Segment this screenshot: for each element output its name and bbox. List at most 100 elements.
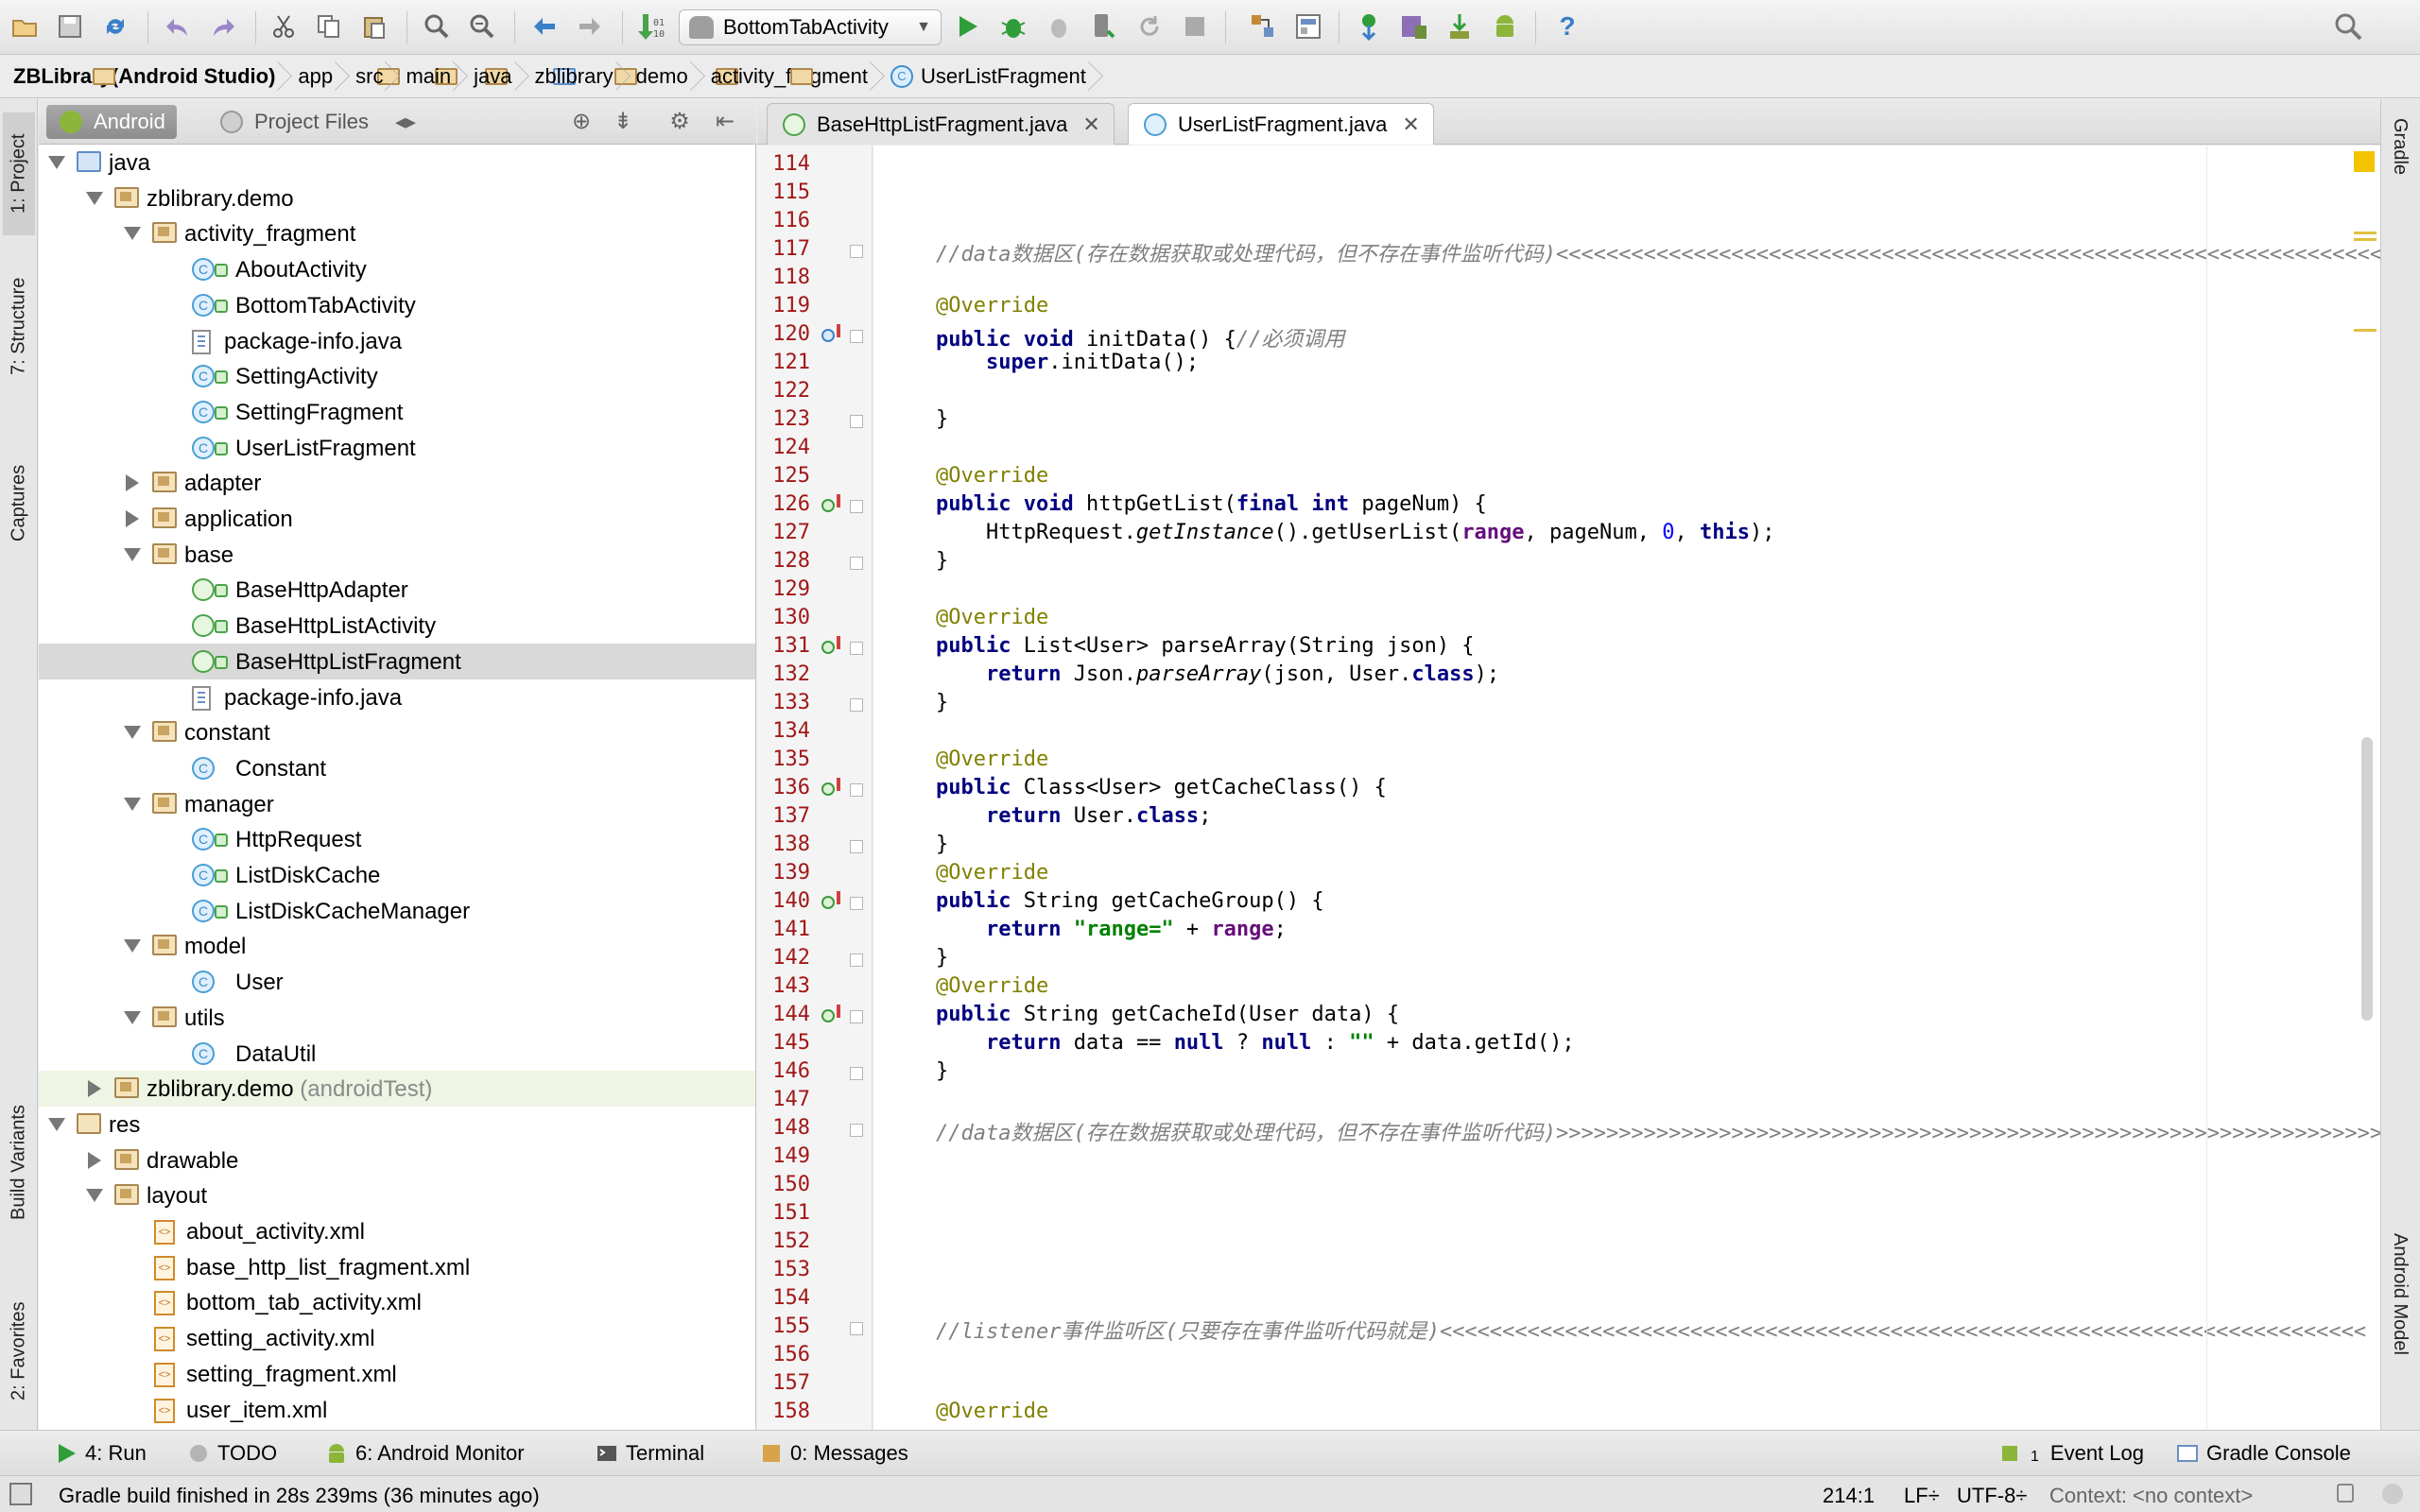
layout-preview-icon[interactable]	[1291, 9, 1325, 43]
code-line[interactable]: @Override	[936, 1400, 1048, 1423]
tool-android-monitor[interactable]: 6: Android Monitor	[321, 1431, 525, 1476]
run-icon[interactable]	[951, 9, 985, 43]
editor-scrollbar[interactable]	[2361, 737, 2373, 1021]
fold-marker-icon[interactable]	[850, 330, 863, 343]
tree-item[interactable]: C HttpRequest	[39, 821, 755, 857]
code-line[interactable]: //listener事件监听区(只要存在事件监听代码就是)<<<<<<<<<<<…	[936, 1314, 2366, 1345]
tree-item[interactable]: <> about_activity.xml	[39, 1213, 755, 1249]
tree-item[interactable]: java	[39, 145, 755, 180]
code-line[interactable]: }	[936, 407, 948, 431]
line-number[interactable]: 143	[757, 974, 810, 998]
code-line[interactable]: }	[936, 691, 948, 714]
line-number[interactable]: 133	[757, 691, 810, 714]
line-number[interactable]: 153	[757, 1258, 810, 1281]
line-number[interactable]: 119	[757, 294, 810, 318]
line-number[interactable]: 124	[757, 436, 810, 459]
expand-arrow-icon[interactable]	[86, 191, 103, 205]
file-encoding[interactable]: UTF-8÷	[1957, 1484, 2027, 1508]
code-line[interactable]: }	[936, 1059, 948, 1083]
line-number[interactable]: 129	[757, 577, 810, 601]
line-number[interactable]: 134	[757, 719, 810, 743]
tree-item[interactable]: BaseHttpListFragment	[39, 643, 755, 679]
line-number[interactable]: 139	[757, 861, 810, 885]
tree-item[interactable]: zblibrary.demo (androidTest)	[39, 1071, 755, 1108]
fold-marker-icon[interactable]	[850, 698, 863, 712]
debug-icon[interactable]	[996, 9, 1030, 43]
tool-event-log[interactable]: 1 Event Log	[1996, 1431, 2144, 1476]
tree-item[interactable]: adapter	[39, 465, 755, 501]
lock-icon[interactable]	[2337, 1484, 2354, 1503]
undo-icon[interactable]	[161, 9, 195, 43]
tree-item[interactable]: BaseHttpAdapter	[39, 572, 755, 608]
line-number[interactable]: 150	[757, 1173, 810, 1196]
collapse-arrow-icon[interactable]	[88, 1080, 101, 1098]
hide-panel-icon[interactable]: ⇤	[708, 105, 742, 139]
implements-method-icon[interactable]	[821, 499, 835, 512]
line-number[interactable]: 118	[757, 266, 810, 289]
expand-arrow-icon[interactable]	[86, 1189, 103, 1203]
tree-item[interactable]: res	[39, 1107, 755, 1143]
collapse-arrow-icon[interactable]	[126, 510, 139, 527]
warning-stripe-mark[interactable]	[2354, 329, 2377, 332]
line-number[interactable]: 126	[757, 492, 810, 516]
line-number[interactable]: 121	[757, 351, 810, 374]
run-configuration-select[interactable]: BottomTabActivity ▼	[679, 9, 942, 45]
tree-item[interactable]: <> user_item.xml	[39, 1392, 755, 1428]
line-number[interactable]: 136	[757, 776, 810, 799]
line-number[interactable]: 146	[757, 1059, 810, 1083]
sync-icon[interactable]	[98, 9, 132, 43]
fold-marker-icon[interactable]	[850, 245, 863, 258]
breadcrumb-item-demo[interactable]: demo	[623, 56, 738, 98]
code-line[interactable]: //data数据区(存在数据获取或处理代码，但不存在事件监听代码)>>>>>>>…	[936, 1116, 2380, 1146]
code-line[interactable]: public String getCacheId(User data) {	[936, 1003, 1399, 1026]
tree-item[interactable]: manager	[39, 786, 755, 822]
line-number[interactable]: 115	[757, 180, 810, 204]
tree-item[interactable]: <> base_http_list_fragment.xml	[39, 1249, 755, 1285]
make-project-icon[interactable]: 01 10	[633, 9, 667, 43]
fold-marker-icon[interactable]	[850, 897, 863, 910]
code-line[interactable]: super.initData();	[936, 351, 1199, 374]
code-line[interactable]: }	[936, 833, 948, 856]
breadcrumb-item-src[interactable]: src	[342, 56, 458, 98]
tool-messages[interactable]: 0: Messages	[756, 1431, 908, 1476]
fold-marker-icon[interactable]	[850, 1322, 863, 1335]
search-everywhere-icon[interactable]	[2331, 9, 2365, 43]
line-number[interactable]: 155	[757, 1314, 810, 1338]
tree-item[interactable]: C SettingActivity	[39, 358, 755, 394]
tool-todo[interactable]: TODO	[183, 1431, 277, 1476]
implements-method-icon[interactable]	[821, 782, 835, 796]
project-structure-icon[interactable]	[1246, 9, 1280, 43]
line-number[interactable]: 156	[757, 1343, 810, 1366]
open-folder-icon[interactable]	[8, 9, 42, 43]
line-number[interactable]: 131	[757, 634, 810, 658]
gear-icon[interactable]: ⚙	[663, 105, 697, 139]
tool-gradle-console[interactable]: Gradle Console	[2172, 1431, 2351, 1476]
line-number[interactable]: 147	[757, 1088, 810, 1111]
implements-method-icon[interactable]	[821, 641, 835, 654]
expand-arrow-icon[interactable]	[124, 227, 141, 241]
line-number[interactable]: 117	[757, 237, 810, 261]
inspector-icon[interactable]	[2382, 1484, 2403, 1504]
line-number[interactable]: 158	[757, 1400, 810, 1423]
replace-icon[interactable]	[465, 9, 499, 43]
overrides-method-icon[interactable]	[821, 329, 835, 342]
tree-item[interactable]: drawable	[39, 1143, 755, 1178]
line-number[interactable]: 151	[757, 1201, 810, 1225]
expand-arrow-icon[interactable]	[124, 939, 141, 954]
code-line[interactable]: public String getCacheGroup() {	[936, 889, 1324, 913]
cut-icon[interactable]	[267, 9, 301, 43]
tree-item[interactable]: package-info.java	[39, 679, 755, 715]
caret-position[interactable]: 214:1	[1823, 1484, 1875, 1508]
tree-item[interactable]: BaseHttpListActivity	[39, 608, 755, 644]
breadcrumb-item-app[interactable]: app	[285, 56, 401, 98]
switch-views-icon[interactable]: ◂▸	[389, 105, 423, 139]
tree-item[interactable]: utils	[39, 1000, 755, 1036]
fold-marker-icon[interactable]	[850, 500, 863, 513]
tree-item[interactable]: model	[39, 928, 755, 964]
tab-project-files[interactable]: Project Files	[207, 105, 380, 139]
close-icon[interactable]: ✕	[1082, 112, 1099, 137]
expand-arrow-icon[interactable]	[48, 1117, 65, 1131]
line-number[interactable]: 127	[757, 521, 810, 544]
navigate-super-icon[interactable]	[837, 636, 840, 649]
line-separator[interactable]: LF÷	[1904, 1484, 1940, 1508]
